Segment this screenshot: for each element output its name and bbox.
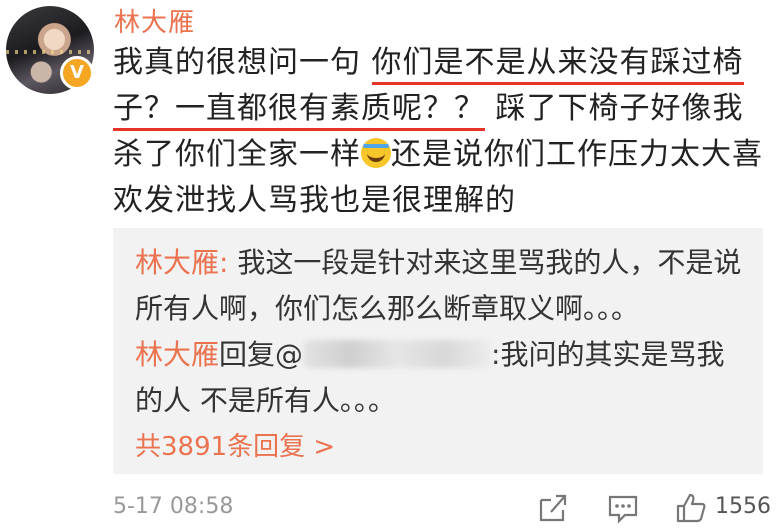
blurred-username [303,340,492,368]
comment-underlined-2: 子？一直都很有素质呢？？ [113,91,485,131]
like-count: 1556 [715,494,771,519]
reply-item: 林大雁: 我这一段是针对来这里骂我的人，不是说所有人啊，你们怎么那么断章取义啊。… [135,240,745,332]
comment-part1: 我真的很想问一句 [113,45,372,80]
verified-badge-icon: V [60,56,94,90]
like-icon[interactable] [675,492,707,524]
comment-underlined-1: 你们是不是从来没有踩过椅 [371,45,744,85]
reply-author[interactable]: 林大雁 [135,338,219,371]
reply-separator: : [219,246,238,279]
comment-text: 我真的很想问一句 你们是不是从来没有踩过椅 子？一直都很有素质呢？？ 踩了下椅子好… [113,40,763,224]
timestamp: 5-17 08:58 [113,494,234,519]
reply-author[interactable]: 林大雁 [135,246,219,279]
laughing-tears-emoji-icon [361,138,391,168]
reply-item: 林大雁回复@:我问的其实是骂我的人 不是所有人。。。 [135,332,745,424]
username[interactable]: 林大雁 [114,2,195,39]
more-replies-link[interactable]: 共3891条回复 > [135,426,335,463]
share-icon[interactable] [537,492,569,524]
reply-box: 林大雁: 我这一段是针对来这里骂我的人，不是说所有人啊，你们怎么那么断章取义啊。… [113,228,763,474]
comment-icon[interactable] [607,492,639,524]
comment-footer: 5-17 08:58 1556 [113,492,771,524]
avatar-photo [6,50,94,54]
reply-action: 回复@ [219,338,304,371]
